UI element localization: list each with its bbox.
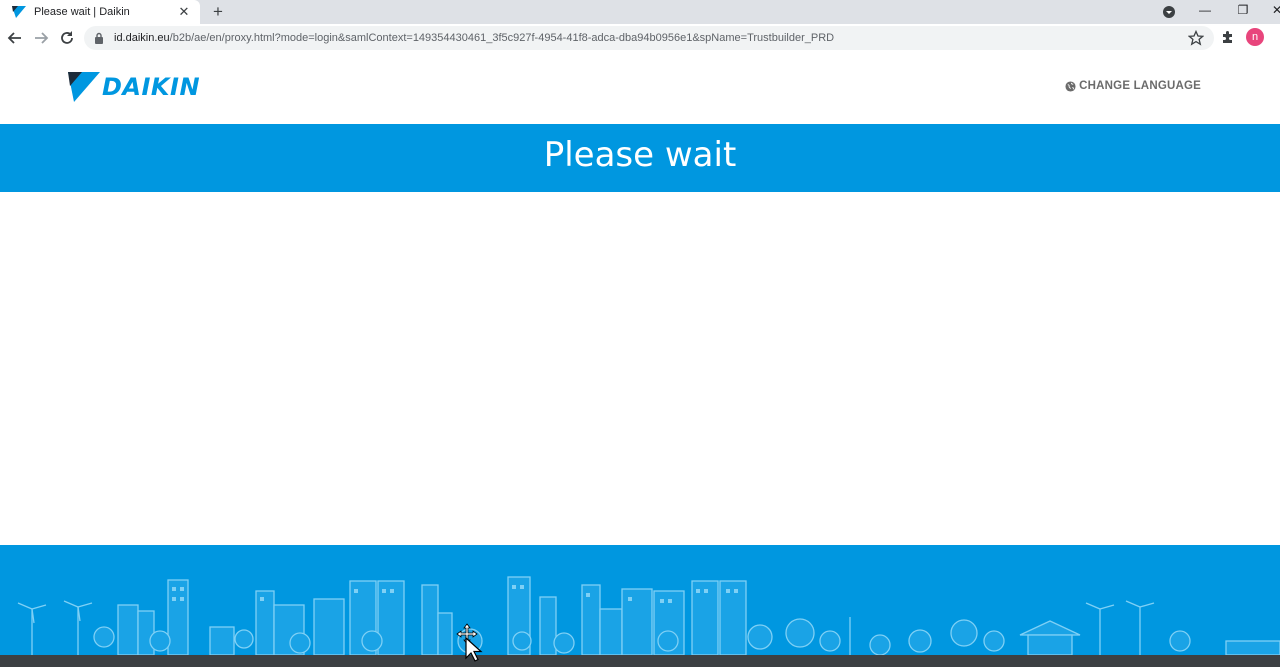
change-language-label: CHANGE LANGUAGE [1079, 80, 1201, 92]
browser-tab-bar: Please wait | Daikin ✕ + — ❐ ✕ [0, 0, 1280, 24]
logo-text: DAIKIN [102, 73, 201, 101]
footer-skyline [0, 545, 1280, 655]
address-bar[interactable]: id.daikin.eu/b2b/ae/en/proxy.html?mode=l… [84, 26, 1214, 50]
tab-search-icon[interactable] [1161, 4, 1177, 20]
page-banner: Please wait [0, 124, 1280, 192]
lock-icon[interactable] [94, 32, 104, 44]
main-content [0, 192, 1280, 545]
close-window-button[interactable]: ✕ [1262, 0, 1280, 20]
daikin-logo-icon [68, 72, 100, 102]
browser-tab[interactable]: Please wait | Daikin ✕ [0, 0, 200, 24]
site-header: DAIKIN CHANGE LANGUAGE [0, 52, 1280, 124]
extensions-icon[interactable] [1220, 29, 1236, 45]
minimize-button[interactable]: — [1190, 0, 1220, 20]
globe-icon [1065, 80, 1076, 92]
url-host: id.daikin.eu [114, 32, 170, 44]
forward-arrow-icon[interactable] [32, 29, 50, 47]
star-icon[interactable] [1188, 30, 1204, 46]
taskbar-strip [0, 655, 1280, 667]
browser-toolbar: id.daikin.eu/b2b/ae/en/proxy.html?mode=l… [0, 24, 1280, 52]
page-title: Please wait [543, 135, 737, 175]
city-skyline-illustration [17, 576, 1280, 655]
tab-title: Please wait | Daikin [34, 6, 130, 18]
back-arrow-icon[interactable] [6, 29, 24, 47]
daikin-logo[interactable]: DAIKIN [68, 72, 200, 102]
reload-icon[interactable] [58, 29, 76, 47]
url-path: /b2b/ae/en/proxy.html?mode=login&samlCon… [169, 32, 835, 44]
tab-close-icon[interactable]: ✕ [176, 4, 192, 20]
daikin-favicon-icon [12, 6, 26, 18]
move-cursor-icon [456, 623, 483, 662]
profile-avatar[interactable]: n [1246, 28, 1264, 46]
change-language-link[interactable]: CHANGE LANGUAGE [1065, 80, 1201, 92]
new-tab-button[interactable]: + [208, 2, 228, 22]
restore-button[interactable]: ❐ [1228, 0, 1258, 20]
